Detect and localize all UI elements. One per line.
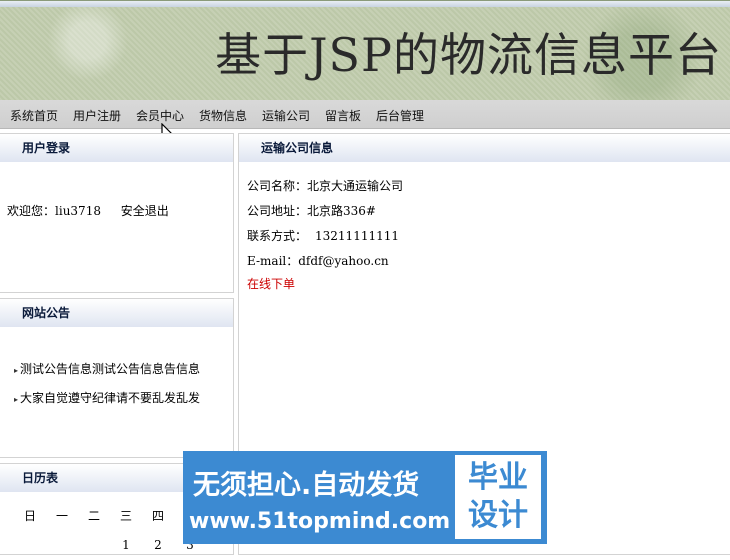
nav-item-home[interactable]: 系统首页 (10, 107, 58, 124)
notice-item[interactable]: ▸ 测试公告信息测试公告信息告信息 (14, 360, 200, 377)
company-contact-row: 联系方式： 13211111111 (247, 227, 399, 244)
calendar-day (46, 530, 78, 560)
nav-item-message-board[interactable]: 留言板 (325, 107, 361, 124)
login-panel: 用户登录 欢迎您：liu3718 安全退出 (0, 133, 234, 293)
company-name-label: 公司名称： (247, 179, 308, 193)
username: liu3718 (55, 204, 101, 218)
weekday-wed: 三 (119, 508, 132, 523)
site-title: 基于JSP的物流信息平台 (215, 28, 722, 82)
company-name-value: 北京大通运输公司 (307, 179, 404, 193)
company-contact-label: 联系方式： (247, 229, 308, 243)
notice-item-text: 测试公告信息测试公告信息告信息 (20, 362, 201, 376)
company-email-row: E-mail：dfdf@yahoo.cn (247, 252, 389, 269)
watermark-slogan: 无须担心.自动发货 (193, 470, 420, 501)
logout-link[interactable]: 安全退出 (121, 204, 169, 218)
company-address-value: 北京路336# (307, 204, 376, 218)
calendar-day (14, 530, 46, 560)
weekday-mon: 一 (55, 508, 68, 523)
weekday-thu: 四 (151, 508, 164, 523)
watermark-badge-line2: 设计 (468, 498, 528, 533)
nav-item-cargo-info[interactable]: 货物信息 (199, 107, 247, 124)
calendar-grid: 日 一 二 三 四 五 1 2 3 (14, 500, 206, 560)
order-online-link[interactable]: 在线下单 (247, 277, 295, 291)
login-panel-title: 用户登录 (0, 134, 233, 162)
weekday-tue: 二 (87, 508, 100, 523)
notice-item[interactable]: ▸ 大家自觉遵守纪律请不要乱发乱发 (14, 389, 200, 406)
notice-panel-title: 网站公告 (0, 299, 233, 327)
calendar-week-row: 1 2 3 (14, 530, 206, 560)
header-banner: 基于JSP的物流信息平台 (0, 0, 730, 100)
welcome-label: 欢迎您： (7, 204, 56, 218)
arrow-right-icon: ▸ (14, 395, 19, 404)
company-email-value: dfdf@yahoo.cn (298, 254, 389, 268)
nav-item-register[interactable]: 用户注册 (73, 107, 121, 124)
company-contact-value: 13211111111 (315, 229, 399, 243)
calendar-day[interactable]: 2 (142, 530, 174, 560)
calendar-day[interactable]: 1 (110, 530, 142, 560)
order-row: 在线下单 (247, 275, 295, 292)
nav-item-member-center[interactable]: 会员中心 (136, 107, 184, 124)
company-name-row: 公司名称：北京大通运输公司 (247, 177, 403, 194)
nav-bar: 系统首页 用户注册 会员中心 货物信息 运输公司 留言板 后台管理 (0, 100, 730, 129)
company-address-label: 公司地址： (247, 204, 308, 218)
watermark-badge-line1: 毕业 (468, 460, 528, 495)
notice-panel: 网站公告 ▸ 测试公告信息测试公告信息告信息 ▸ 大家自觉遵守纪律请不要乱发乱发 (0, 298, 234, 458)
company-email-label: E-mail： (247, 254, 299, 268)
nav-item-transport-company[interactable]: 运输公司 (262, 107, 310, 124)
watermark-badge: 毕业 设计 (455, 455, 541, 539)
nav-item-admin[interactable]: 后台管理 (376, 107, 424, 124)
welcome-line: 欢迎您：liu3718 安全退出 (7, 202, 169, 219)
weekday-sun: 日 (23, 508, 36, 523)
notice-item-text: 大家自觉遵守纪律请不要乱发乱发 (20, 391, 201, 405)
watermark-banner: 无须担心.自动发货 www.51topmind.com 毕业 设计 (183, 451, 547, 544)
calendar-weekday-row: 日 一 二 三 四 五 (14, 500, 206, 530)
watermark-url: www.51topmind.com (189, 509, 451, 534)
company-panel-title: 运输公司信息 (239, 134, 730, 162)
banner-top-stripe (0, 1, 730, 7)
company-address-row: 公司地址：北京路336# (247, 202, 376, 219)
calendar-day (78, 530, 110, 560)
arrow-right-icon: ▸ (14, 366, 19, 375)
